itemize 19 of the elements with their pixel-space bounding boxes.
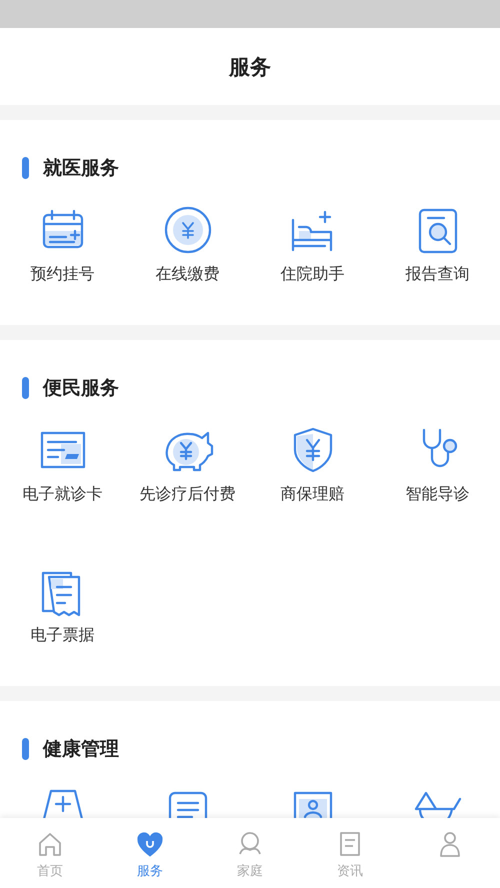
service-label[interactable]: 商保理赔 bbox=[280, 484, 344, 505]
page-title: 服务 bbox=[229, 54, 271, 80]
service-label[interactable]: 先诊疗后付费 bbox=[140, 484, 236, 505]
section-marker bbox=[22, 157, 29, 179]
section-marker bbox=[22, 738, 29, 760]
service-label[interactable]: 住院助手 bbox=[280, 264, 344, 285]
home-icon bbox=[36, 830, 64, 858]
section-marker bbox=[22, 377, 29, 399]
service-label[interactable]: 报告查询 bbox=[406, 264, 470, 285]
service-label[interactable]: 预约挂号 bbox=[30, 264, 94, 285]
section-title: 健康管理 bbox=[43, 737, 119, 762]
section-title: 便民服务 bbox=[43, 376, 119, 401]
section-title: 就医服务 bbox=[43, 156, 119, 181]
service-label[interactable]: 电子就诊卡 bbox=[22, 484, 102, 505]
tab[interactable]: 服务 bbox=[100, 818, 200, 888]
service-label[interactable]: 智能导诊 bbox=[406, 484, 470, 505]
heart-icon bbox=[136, 830, 164, 858]
service-label[interactable]: 在线缴费 bbox=[156, 264, 220, 285]
service-label[interactable]: 电子票据 bbox=[30, 625, 94, 646]
